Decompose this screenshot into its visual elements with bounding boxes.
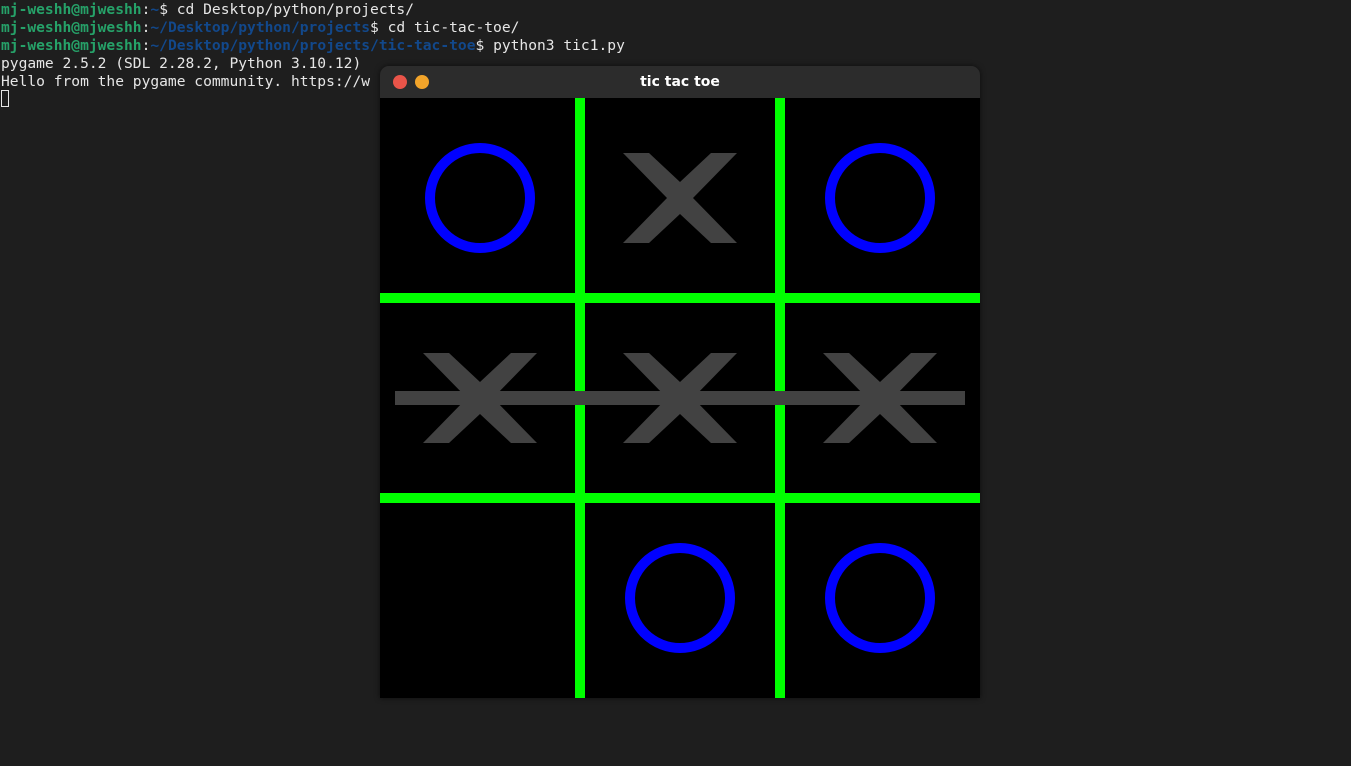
board-cell-0-2[interactable] [780, 98, 980, 298]
terminal-output-1: pygame 2.5.2 (SDL 2.28.2, Python 3.10.12… [1, 55, 362, 72]
board-cell-2-2[interactable] [780, 498, 980, 698]
game-window[interactable]: tic tac toe [380, 66, 980, 698]
terminal-command: python3 tic1.py [493, 37, 625, 54]
terminal-line-1: mj-weshh@mjweshh:~$ cd Desktop/python/pr… [1, 1, 414, 18]
prompt-path: ~/Desktop/python/projects [150, 19, 371, 36]
game-board[interactable] [380, 98, 980, 698]
window-title: tic tac toe [640, 74, 720, 90]
board-cell-2-0[interactable] [380, 498, 580, 698]
board-cell-2-1[interactable] [580, 498, 780, 698]
board-cell-0-0[interactable] [380, 98, 580, 298]
terminal-command: cd tic-tac-toe/ [387, 19, 520, 36]
win-line [395, 391, 965, 405]
prompt-path: ~/Desktop/python/projects/tic-tac-toe [150, 37, 476, 54]
prompt-user-host: mj-weshh@mjweshh [1, 1, 142, 18]
prompt-path: ~ [150, 1, 160, 18]
terminal-line-2: mj-weshh@mjweshh:~/Desktop/python/projec… [1, 19, 520, 36]
terminal-cursor [1, 90, 9, 107]
grid-line-horizontal [380, 293, 980, 303]
window-titlebar[interactable]: tic tac toe [380, 66, 980, 98]
prompt-user-host: mj-weshh@mjweshh [1, 37, 142, 54]
terminal-command: cd Desktop/python/projects/ [176, 1, 414, 18]
terminal-output-2: Hello from the pygame community. https:/… [1, 73, 371, 90]
terminal-line-3: mj-weshh@mjweshh:~/Desktop/python/projec… [1, 37, 625, 54]
grid-line-horizontal [380, 493, 980, 503]
prompt-user-host: mj-weshh@mjweshh [1, 19, 142, 36]
